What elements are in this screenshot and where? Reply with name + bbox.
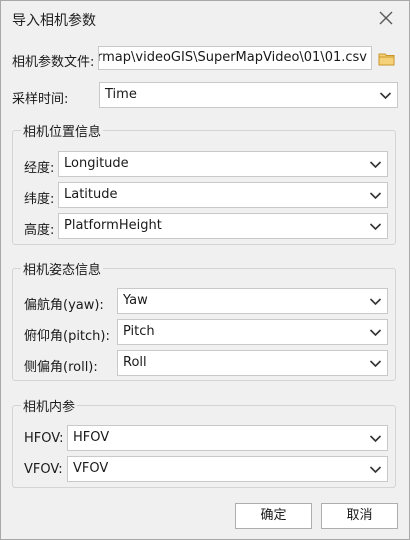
roll-label: 侧偏角(roll): (24, 360, 98, 375)
close-icon (379, 11, 393, 25)
yaw-value: Yaw (123, 293, 148, 308)
pitch-value: Pitch (123, 324, 155, 339)
chevron-down-icon (369, 329, 382, 337)
yaw-select[interactable]: Yaw (117, 288, 388, 314)
sampling-label: 采样时间: (12, 92, 69, 107)
hfov-value: HFOV (73, 430, 110, 445)
chevron-down-icon (369, 161, 382, 169)
chevron-down-icon (369, 435, 382, 443)
vfov-value: VFOV (73, 461, 109, 476)
chevron-down-icon (369, 466, 382, 474)
ok-button[interactable]: 确定 (235, 503, 312, 529)
title-bar: 导入相机参数 (1, 1, 409, 35)
roll-select[interactable]: Roll (117, 350, 388, 376)
yaw-label: 偏航角(yaw): (24, 298, 104, 313)
sampling-time-value: Time (105, 87, 137, 102)
file-label: 相机参数文件: (12, 55, 95, 70)
chevron-down-icon (379, 92, 392, 100)
latitude-label: 纬度: (24, 192, 55, 207)
file-path-value: E:\SuperMap\supermap\videoGIS\SuperMapVi… (98, 50, 367, 65)
longitude-label: 经度: (24, 161, 55, 176)
vfov-select[interactable]: VFOV (67, 456, 388, 482)
camera-intrinsics-group-title: 相机内参 (21, 396, 78, 415)
dialog-title: 导入相机参数 (12, 13, 96, 29)
longitude-value: Longitude (64, 156, 129, 171)
height-label: 高度: (24, 223, 55, 238)
folder-icon (378, 53, 395, 66)
height-select[interactable]: PlatformHeight (58, 213, 388, 239)
import-camera-params-dialog: 导入相机参数 相机参数文件: E:\SuperMap\supermap\vide… (0, 0, 410, 540)
cancel-button[interactable]: 取消 (321, 503, 398, 529)
chevron-down-icon (369, 360, 382, 368)
latitude-select[interactable]: Latitude (58, 182, 388, 208)
hfov-select[interactable]: HFOV (67, 425, 388, 451)
height-value: PlatformHeight (64, 218, 162, 233)
close-button[interactable] (375, 7, 397, 29)
latitude-value: Latitude (64, 187, 118, 202)
hfov-label: HFOV: (24, 431, 64, 446)
camera-attitude-group-title: 相机姿态信息 (21, 259, 104, 278)
camera-position-group-title: 相机位置信息 (21, 121, 104, 140)
chevron-down-icon (369, 223, 382, 231)
chevron-down-icon (369, 192, 382, 200)
file-path-input[interactable]: E:\SuperMap\supermap\videoGIS\SuperMapVi… (98, 46, 372, 70)
chevron-down-icon (369, 298, 382, 306)
roll-value: Roll (123, 355, 147, 370)
browse-button[interactable] (377, 49, 397, 69)
longitude-select[interactable]: Longitude (58, 151, 388, 177)
pitch-select[interactable]: Pitch (117, 319, 388, 345)
pitch-label: 俯仰角(pitch): (24, 329, 110, 344)
sampling-time-select[interactable]: Time (99, 82, 398, 108)
vfov-label: VFOV: (24, 462, 63, 477)
